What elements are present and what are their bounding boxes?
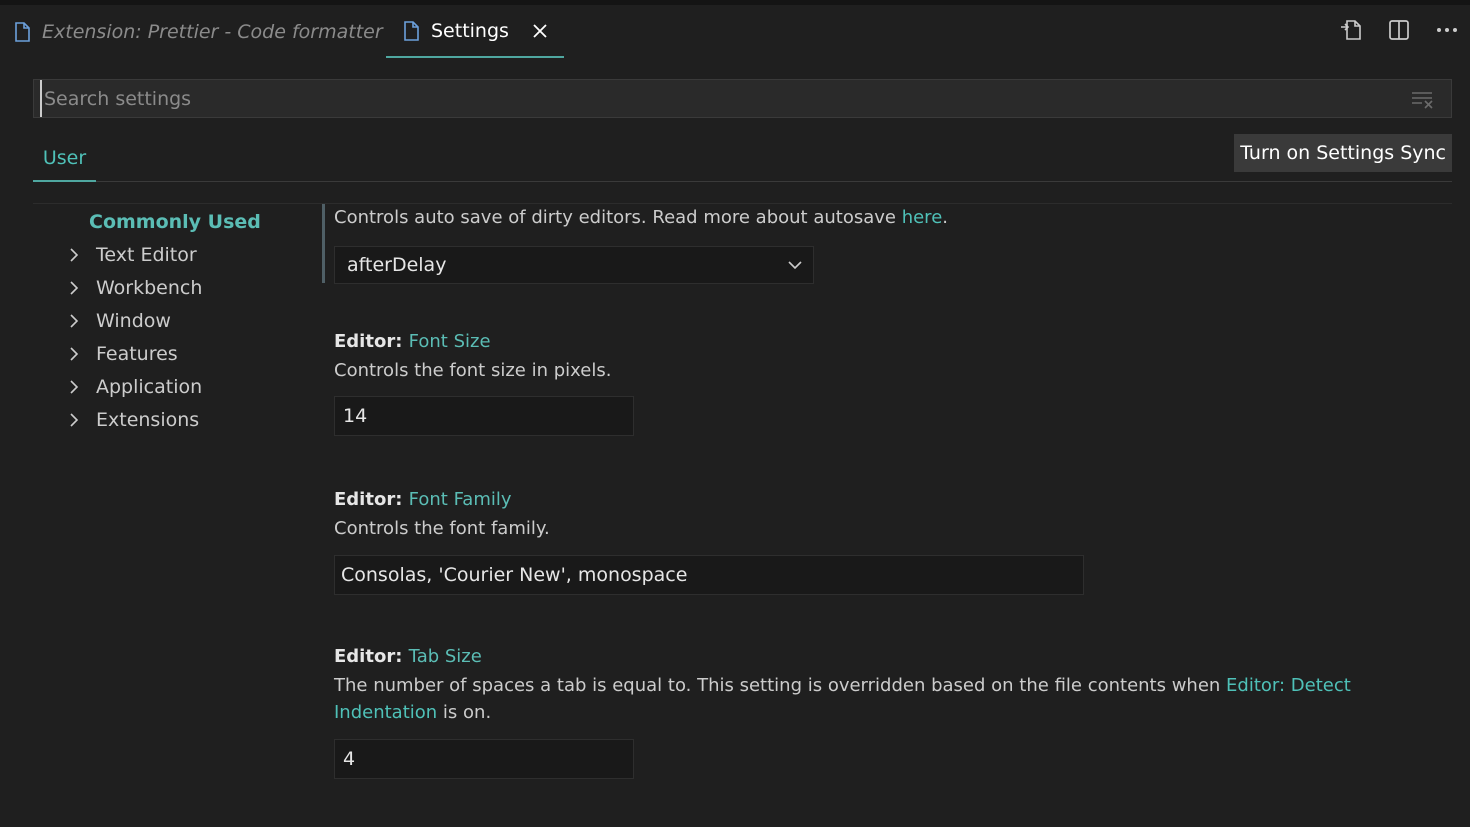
chevron-down-icon <box>788 261 802 270</box>
chevron-right-icon <box>70 346 79 361</box>
setting-description: The number of spaces a tab is equal to. … <box>334 675 1351 723</box>
chevron-right-icon <box>70 379 79 394</box>
file-icon <box>15 21 30 42</box>
setting-tab-size: Editor: Tab Size The number of spaces a … <box>334 642 1430 779</box>
search-input[interactable] <box>40 80 1390 117</box>
toc-item-extensions[interactable]: Extensions <box>60 403 310 436</box>
editor-actions <box>1338 17 1460 43</box>
toc-item-features[interactable]: Features <box>60 337 310 370</box>
editor-tab-bar: Extension: Prettier - Code formatter Set… <box>0 5 1470 59</box>
autosave-docs-link[interactable]: here <box>902 207 943 228</box>
auto-save-select[interactable]: afterDelay <box>334 246 814 284</box>
setting-description: Controls the font family. <box>334 518 550 539</box>
search-box <box>33 79 1452 118</box>
tab-label: Settings <box>431 19 509 42</box>
more-actions-icon[interactable] <box>1434 17 1460 43</box>
chevron-right-icon <box>70 313 79 328</box>
chevron-right-icon <box>70 247 79 262</box>
settings-toc: Commonly Used Text Editor Workbench Wind… <box>60 205 310 436</box>
toc-item-application[interactable]: Application <box>60 370 310 403</box>
toc-item-workbench[interactable]: Workbench <box>60 271 310 304</box>
focused-setting-indicator <box>322 204 325 283</box>
chevron-right-icon <box>70 280 79 295</box>
toc-item-window[interactable]: Window <box>60 304 310 337</box>
toc-item-label: Workbench <box>96 276 203 299</box>
toc-item-label: Application <box>96 375 203 398</box>
font-size-input[interactable] <box>334 396 634 436</box>
setting-auto-save: Controls auto save of dirty editors. Rea… <box>334 204 948 284</box>
setting-title: Editor: Font Family <box>334 489 512 510</box>
file-icon <box>404 20 419 41</box>
setting-title: Editor: Tab Size <box>334 646 482 667</box>
turn-on-settings-sync-button[interactable]: Turn on Settings Sync <box>1234 134 1452 172</box>
setting-description: Controls auto save of dirty editors. Rea… <box>334 207 948 228</box>
clear-filter-icon[interactable] <box>1411 89 1435 109</box>
select-value: afterDelay <box>347 254 447 276</box>
tab-user-settings[interactable]: User <box>33 136 96 182</box>
toc-item-label: Extensions <box>96 408 200 431</box>
setting-description: Controls the font size in pixels. <box>334 360 612 381</box>
open-settings-json-icon[interactable] <box>1338 17 1364 43</box>
tab-prettier-extension[interactable]: Extension: Prettier - Code formatter <box>14 5 383 58</box>
tab-settings[interactable]: Settings <box>386 5 564 58</box>
toc-item-text-editor[interactable]: Text Editor <box>60 238 310 271</box>
toc-item-commonly-used[interactable]: Commonly Used <box>60 205 310 238</box>
setting-font-family: Editor: Font Family Controls the font fa… <box>334 485 1084 595</box>
toc-item-label: Text Editor <box>96 243 197 266</box>
setting-font-size: Editor: Font Size Controls the font size… <box>334 327 634 436</box>
setting-title: Editor: Font Size <box>334 331 491 352</box>
font-family-input[interactable] <box>334 555 1084 595</box>
chevron-right-icon <box>70 412 79 427</box>
split-editor-icon[interactable] <box>1386 17 1412 43</box>
toc-item-label: Window <box>96 309 171 332</box>
settings-scope-bar: User Turn on Settings Sync <box>33 134 1452 182</box>
close-icon[interactable] <box>531 22 549 40</box>
tab-label: Extension: Prettier - Code formatter <box>42 20 383 43</box>
toc-item-label: Features <box>96 342 178 365</box>
tab-size-input[interactable] <box>334 739 634 779</box>
